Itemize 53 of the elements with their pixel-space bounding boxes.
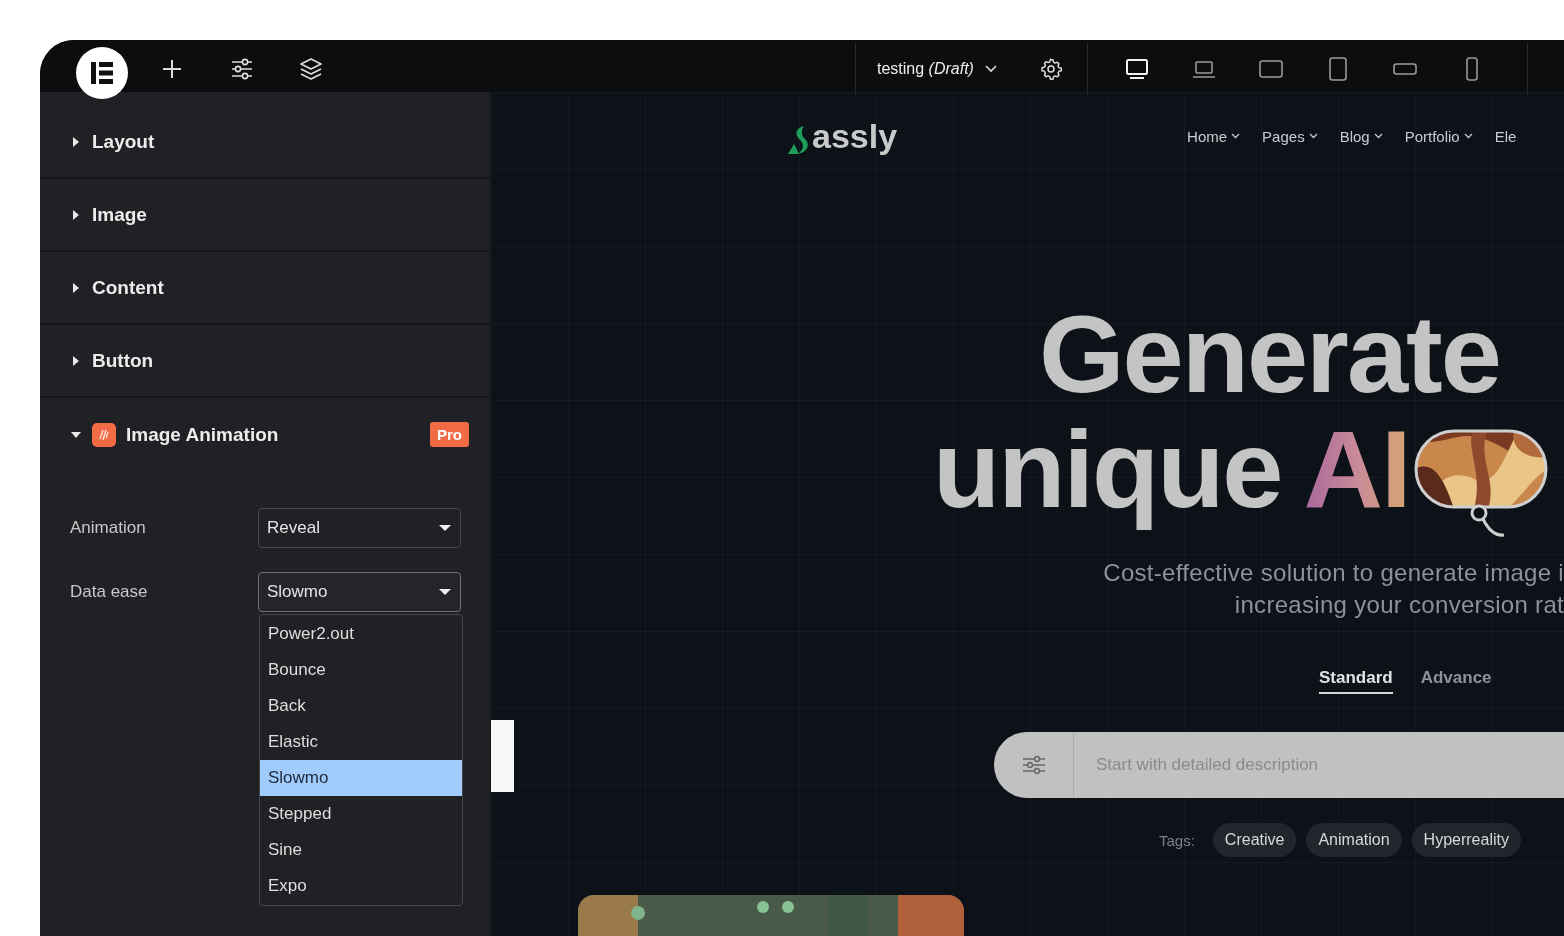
layers-icon: [299, 56, 323, 81]
chevron-down-icon: [1373, 133, 1383, 139]
field-label: Animation: [70, 518, 147, 538]
app-logo-button[interactable]: [76, 46, 128, 99]
dropdown-option[interactable]: Power2.out: [260, 616, 462, 652]
chevron-down-icon: [983, 63, 998, 74]
sliders-icon: [230, 56, 254, 81]
hero-subtitle: increasing your conversion rat: [1233, 590, 1564, 620]
dropdown-option[interactable]: Slowmo: [260, 760, 462, 796]
caret-down-icon: [438, 588, 452, 596]
desktop-icon: [1125, 56, 1149, 81]
dropdown-option[interactable]: Expo: [260, 868, 462, 904]
field-label: Data ease: [70, 582, 149, 602]
settings-button[interactable]: [1040, 57, 1062, 80]
chevron-down-icon: [1231, 133, 1241, 139]
gear-icon: [1040, 57, 1062, 80]
sliders-button[interactable]: [230, 56, 254, 81]
plus-button[interactable]: [161, 57, 183, 80]
dropdown-option[interactable]: Bounce: [260, 652, 462, 688]
nav-link[interactable]: Blog: [1339, 127, 1383, 145]
document-title-dropdown[interactable]: testing (Draft): [877, 59, 998, 78]
chevron-down-icon: [1308, 133, 1318, 139]
dropdown-option[interactable]: Back: [260, 688, 462, 724]
hero-subtitle: Cost-effective solution to generate image i: [1102, 558, 1564, 588]
nav-link[interactable]: Home: [1187, 127, 1241, 145]
nav-link[interactable]: Ele: [1494, 127, 1517, 145]
site-logo-text: assly: [812, 116, 898, 156]
section-header[interactable]: Image Animation Pro: [40, 398, 490, 471]
tag-chip[interactable]: Animation: [1306, 823, 1402, 857]
nav-link[interactable]: Portfolio: [1404, 127, 1473, 145]
pro-badge: Pro: [430, 422, 469, 447]
tag-chip[interactable]: Creative: [1212, 823, 1297, 857]
plus-icon: [161, 57, 183, 80]
tags-label: Tags:: [1159, 831, 1195, 849]
tablet-icon: [1326, 56, 1350, 81]
connector-drawing: [1469, 504, 1504, 538]
sliders-icon: [1021, 755, 1046, 775]
chevron-down-icon: [1463, 133, 1473, 139]
nav-link[interactable]: Pages: [1262, 127, 1318, 145]
logo-icon: [89, 59, 115, 86]
caret-down-icon: [438, 524, 452, 532]
tag-chip[interactable]: Hyperreality: [1411, 823, 1521, 857]
mode-tab[interactable]: Advance: [1420, 668, 1492, 694]
dropdown-option[interactable]: Stepped: [260, 796, 462, 832]
layers-button[interactable]: [299, 56, 323, 81]
widget-icon: [92, 422, 116, 447]
select-field[interactable]: Reveal: [258, 508, 461, 548]
mode-tab[interactable]: Standard: [1319, 668, 1393, 694]
collapse-handle[interactable]: [491, 720, 514, 792]
dropdown-option[interactable]: Elastic: [260, 724, 462, 760]
hero-headline: Generate: [1039, 296, 1501, 411]
select-field[interactable]: Slowmo: [258, 572, 461, 612]
dropdown-option[interactable]: Sine: [260, 832, 462, 868]
